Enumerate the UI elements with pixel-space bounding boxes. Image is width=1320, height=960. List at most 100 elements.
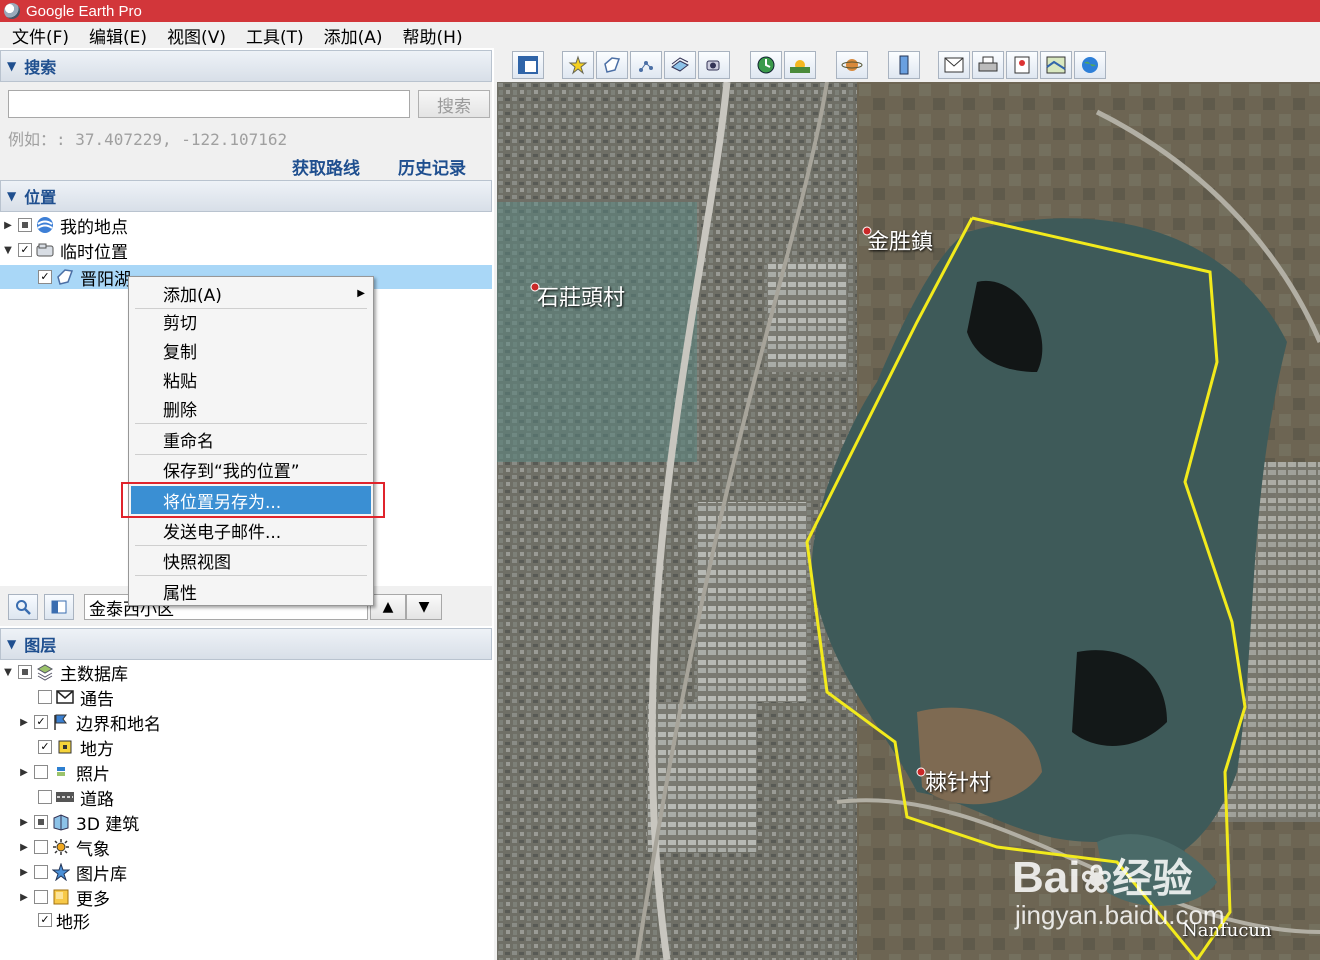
historical-imagery-icon[interactable] bbox=[750, 51, 782, 79]
add-polygon-icon[interactable] bbox=[596, 51, 628, 79]
layers-panel-header[interactable]: ▼ 图层 bbox=[0, 628, 492, 660]
layer-item-3d-buildings[interactable]: ▶ 3D 建筑 bbox=[18, 810, 140, 835]
menu-item-label: 剪切 bbox=[163, 313, 197, 334]
search-places-button[interactable] bbox=[8, 594, 38, 620]
checkbox[interactable] bbox=[34, 840, 48, 854]
get-directions-link[interactable]: 获取路线 bbox=[292, 154, 360, 179]
earth-icon[interactable] bbox=[1074, 51, 1106, 79]
checkbox[interactable]: ✓ bbox=[38, 913, 52, 927]
layer-item-primary-db[interactable]: ▼ 主数据库 bbox=[2, 660, 128, 685]
title-bar: Google Earth Pro bbox=[0, 0, 1320, 22]
save-image-icon[interactable] bbox=[1006, 51, 1038, 79]
collapse-arrow-icon[interactable]: ▼ bbox=[2, 245, 14, 256]
search-panel-header[interactable]: ▼ 搜索 bbox=[0, 50, 492, 82]
checkbox[interactable] bbox=[18, 665, 32, 679]
tree-item-label: 晋阳湖 bbox=[80, 269, 131, 290]
checkbox[interactable] bbox=[38, 690, 52, 704]
layer-item-photos[interactable]: ▶ 照片 bbox=[18, 760, 110, 785]
menu-file[interactable]: 文件(F) bbox=[12, 23, 69, 48]
layer-item-gallery[interactable]: ▶ 图片库 bbox=[18, 860, 127, 885]
add-path-icon[interactable] bbox=[630, 51, 662, 79]
move-up-button[interactable]: ▲ bbox=[370, 594, 406, 620]
menu-item-rename[interactable]: 重命名 bbox=[131, 425, 371, 453]
checkbox[interactable] bbox=[34, 765, 48, 779]
places-panel-title: 位置 bbox=[24, 188, 57, 207]
expand-arrow-icon[interactable]: ▶ bbox=[18, 817, 30, 828]
baidu-watermark: Bai❀经验 bbox=[1012, 846, 1192, 904]
sunlight-icon[interactable] bbox=[784, 51, 816, 79]
expand-arrow-icon[interactable]: ▶ bbox=[18, 842, 30, 853]
menu-item-snapshot-view[interactable]: 快照视图 bbox=[131, 546, 371, 574]
layer-item-more[interactable]: ▶ 更多 bbox=[18, 885, 110, 910]
checkbox[interactable]: ✓ bbox=[38, 270, 52, 284]
email-icon[interactable] bbox=[938, 51, 970, 79]
layer-item-weather[interactable]: ▶ 气象 bbox=[18, 835, 110, 860]
polygon-icon bbox=[56, 268, 74, 286]
map-view[interactable]: 金胜鎮 石莊頭村 棘针村 Nanfucun Bai❀经验 jingyan.bai… bbox=[497, 82, 1320, 960]
history-link[interactable]: 历史记录 bbox=[398, 154, 466, 179]
tree-item-temporary-places[interactable]: ▼ ✓ 临时位置 bbox=[2, 238, 128, 263]
expand-arrow-icon[interactable]: ▶ bbox=[2, 220, 14, 231]
checkbox[interactable]: ✓ bbox=[18, 243, 32, 257]
menu-separator bbox=[135, 575, 367, 576]
menu-item-paste[interactable]: 粘贴 bbox=[131, 365, 371, 393]
checkbox[interactable] bbox=[38, 790, 52, 804]
toggle-panel-button[interactable] bbox=[44, 594, 74, 620]
menu-item-copy[interactable]: 复制 bbox=[131, 336, 371, 364]
checkbox[interactable] bbox=[34, 815, 48, 829]
layer-item-places[interactable]: ✓ 地方 bbox=[22, 735, 114, 760]
collapse-arrow-icon[interactable]: ▼ bbox=[2, 667, 14, 678]
layer-label: 3D 建筑 bbox=[76, 814, 140, 835]
checkbox[interactable]: ✓ bbox=[34, 715, 48, 729]
submenu-arrow-icon: ▶ bbox=[357, 287, 365, 299]
google-earth-icon bbox=[4, 3, 20, 19]
add-image-overlay-icon[interactable] bbox=[664, 51, 696, 79]
menu-item-properties[interactable]: 属性 bbox=[131, 577, 371, 605]
menu-view[interactable]: 视图(V) bbox=[167, 23, 226, 48]
menu-tools[interactable]: 工具(T) bbox=[246, 23, 304, 48]
expand-arrow-icon[interactable]: ▶ bbox=[18, 892, 30, 903]
expand-arrow-icon[interactable]: ▶ bbox=[18, 717, 30, 728]
menu-help[interactable]: 帮助(H) bbox=[403, 23, 463, 48]
collapse-triangle-icon: ▼ bbox=[7, 637, 17, 651]
menu-edit[interactable]: 编辑(E) bbox=[89, 23, 147, 48]
add-placemark-icon[interactable] bbox=[562, 51, 594, 79]
layer-item-roads[interactable]: 道路 bbox=[22, 785, 114, 810]
layer-label: 地形 bbox=[56, 912, 90, 933]
places-icon bbox=[56, 738, 74, 756]
search-input[interactable] bbox=[8, 90, 410, 118]
menu-bar: 文件(F) 编辑(E) 视图(V) 工具(T) 添加(A) 帮助(H) bbox=[0, 22, 1320, 48]
menu-item-cut[interactable]: 剪切 bbox=[131, 307, 371, 335]
menu-item-save-to-my-places[interactable]: 保存到“我的位置” bbox=[131, 455, 371, 483]
layer-item-notices[interactable]: 通告 bbox=[22, 685, 114, 710]
move-down-button[interactable]: ▼ bbox=[406, 594, 442, 620]
ruler-icon[interactable] bbox=[888, 51, 920, 79]
toggle-sidebar-button[interactable] bbox=[512, 51, 544, 79]
menu-item-delete[interactable]: 删除 bbox=[131, 394, 371, 422]
checkbox[interactable] bbox=[34, 890, 48, 904]
checkbox[interactable]: ✓ bbox=[38, 740, 52, 754]
search-hint: 例如：: 37.407229, -122.107162 bbox=[8, 130, 288, 149]
expand-arrow-icon[interactable]: ▶ bbox=[18, 767, 30, 778]
menu-item-add[interactable]: 添加(A) ▶ bbox=[131, 279, 371, 307]
database-icon bbox=[36, 663, 54, 681]
print-icon[interactable] bbox=[972, 51, 1004, 79]
search-button[interactable]: 搜索 bbox=[418, 90, 490, 118]
layer-item-borders-labels[interactable]: ▶ ✓ 边界和地名 bbox=[18, 710, 161, 735]
menu-item-label: 复制 bbox=[163, 342, 197, 363]
record-tour-icon[interactable] bbox=[698, 51, 730, 79]
menu-item-label: 重命名 bbox=[163, 431, 214, 452]
menu-item-send-email[interactable]: 发送电子邮件... bbox=[131, 516, 371, 544]
places-panel-header[interactable]: ▼ 位置 bbox=[0, 180, 492, 212]
checkbox[interactable] bbox=[34, 865, 48, 879]
planets-icon[interactable] bbox=[836, 51, 868, 79]
layer-item-terrain[interactable]: ✓ 地形 bbox=[22, 908, 90, 933]
expand-arrow-icon[interactable]: ▶ bbox=[18, 867, 30, 878]
tree-item-jinyang-lake[interactable]: ✓ 晋阳湖 bbox=[22, 265, 131, 290]
checkbox[interactable] bbox=[18, 218, 32, 232]
menu-add[interactable]: 添加(A) bbox=[324, 23, 383, 48]
layer-label: 照片 bbox=[76, 764, 110, 785]
tree-item-my-places[interactable]: ▶ 我的地点 bbox=[2, 213, 128, 238]
view-in-maps-icon[interactable] bbox=[1040, 51, 1072, 79]
menu-item-label: 发送电子邮件... bbox=[163, 522, 282, 543]
